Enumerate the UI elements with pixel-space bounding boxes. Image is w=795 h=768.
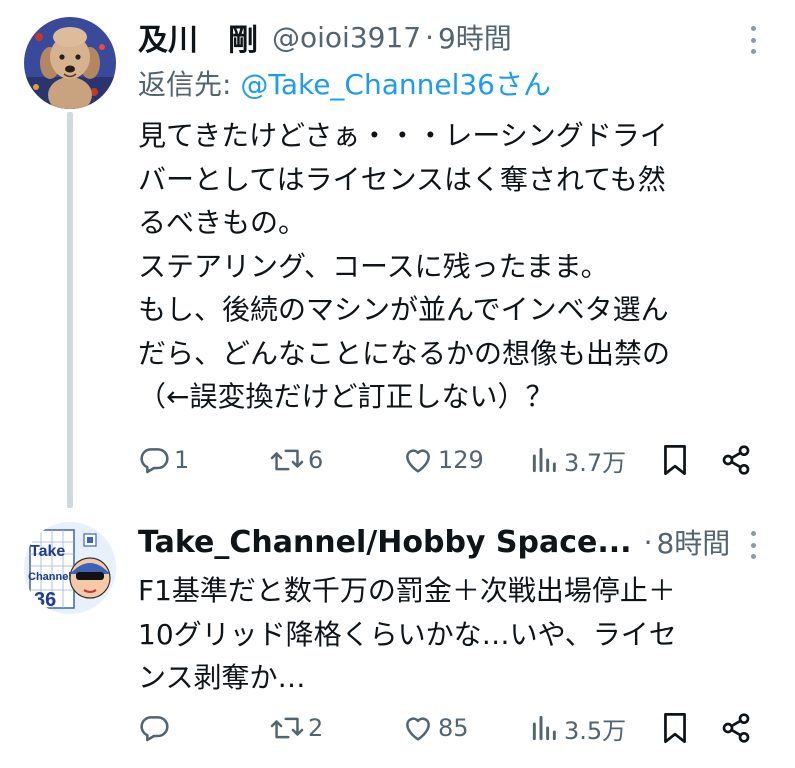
views-button[interactable]: 3.5万: [530, 708, 626, 748]
separator-dot: ·: [425, 20, 434, 54]
views-bar-chart-icon: [532, 447, 556, 473]
avatar[interactable]: [24, 17, 116, 109]
tweet-text: 見てきたけどさぁ・・・レーシングドライ バーとしてはライセンスはく奪されても然 …: [138, 119, 671, 413]
tweet-header: 及川 剛 @oioi3917 · 9時間: [138, 12, 775, 62]
reply-to-mention[interactable]: @Take_Channel36さん: [240, 68, 551, 101]
tweet-content: Take_Channel/Hobby Space... · 8時間 F1基準だと…: [138, 517, 775, 700]
retweet-icon: [270, 449, 304, 471]
bookmark-button[interactable]: [660, 708, 690, 748]
retweet-count: 6: [308, 446, 324, 474]
reply-to-prefix: 返信先:: [138, 68, 241, 101]
tweet[interactable]: 及川 剛 @oioi3917 · 9時間 返信先: @Take_Channel3…: [0, 0, 795, 508]
thread-connector-line: [67, 112, 73, 508]
reply-button[interactable]: [138, 708, 174, 748]
avatar[interactable]: Take Channel 36: [24, 522, 116, 614]
author-handle[interactable]: @oioi3917: [272, 21, 421, 54]
tweet-text: F1基準だと数千万の罰金＋次戦出場停止＋ 10グリッド降格くらいかな…いや、ライ…: [138, 574, 677, 694]
views-count: 3.5万: [564, 716, 627, 745]
logo-text-number: 36: [34, 589, 56, 611]
author-name[interactable]: Take_Channel/Hobby Space...: [138, 525, 632, 560]
separator-dot: ·: [643, 525, 653, 559]
action-bar: 2 85 3.5万: [138, 708, 775, 748]
take-channel-logo-icon: Take Channel 36: [24, 522, 116, 614]
like-button[interactable]: 85: [402, 708, 469, 748]
timestamp[interactable]: 9時間: [438, 17, 512, 57]
share-icon: [722, 713, 750, 743]
heart-icon: [406, 449, 430, 473]
reply-to-line: 返信先: @Take_Channel36さん: [138, 62, 775, 108]
reply-count: 1: [174, 446, 190, 474]
share-icon: [722, 445, 750, 475]
reply-icon: [140, 448, 169, 474]
reply-button[interactable]: 1: [138, 440, 189, 480]
share-button[interactable]: [720, 440, 752, 480]
share-button[interactable]: [720, 708, 752, 748]
bookmark-icon: [664, 713, 686, 743]
tweet-content: 及川 剛 @oioi3917 · 9時間 返信先: @Take_Channel3…: [138, 12, 775, 419]
retweet-button[interactable]: 2: [270, 708, 323, 748]
like-count: 85: [438, 714, 469, 742]
timestamp[interactable]: 8時間: [656, 522, 730, 562]
bookmark-icon: [664, 445, 686, 475]
bookmark-button[interactable]: [660, 440, 690, 480]
views-bar-chart-icon: [532, 715, 556, 741]
logo-text-take: Take: [30, 543, 65, 560]
logo-text-channel: Channel: [28, 571, 71, 583]
like-button[interactable]: 129: [402, 440, 484, 480]
views-button[interactable]: 3.7万: [530, 440, 626, 480]
more-options-icon[interactable]: [749, 26, 757, 54]
author-name[interactable]: 及川 剛: [138, 15, 258, 59]
more-options-icon[interactable]: [749, 531, 757, 559]
like-count: 129: [438, 446, 484, 474]
heart-icon: [406, 717, 430, 741]
tweet[interactable]: Take Channel 36 Take_Channel/Hobby Space…: [0, 505, 795, 768]
action-bar: 1 6 129 3.7万: [138, 440, 775, 480]
poodle-dog-photo-icon: [24, 17, 116, 109]
tweet-header: Take_Channel/Hobby Space... · 8時間: [138, 517, 775, 567]
retweet-button[interactable]: 6: [270, 440, 323, 480]
retweet-count: 2: [308, 714, 324, 742]
reply-icon: [140, 716, 169, 742]
retweet-icon: [270, 717, 304, 739]
views-count: 3.7万: [564, 448, 627, 477]
